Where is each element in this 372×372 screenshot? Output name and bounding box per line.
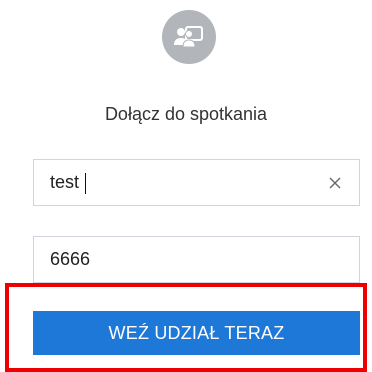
text-caret bbox=[85, 173, 86, 194]
join-now-button[interactable]: WEŹ UDZIAŁ TERAZ bbox=[33, 311, 360, 355]
people-screen-icon bbox=[174, 26, 203, 48]
close-icon[interactable] bbox=[327, 175, 343, 191]
join-meeting-icon bbox=[162, 10, 216, 64]
name-input[interactable] bbox=[34, 160, 359, 205]
meeting-id-field[interactable] bbox=[33, 236, 360, 283]
name-field[interactable] bbox=[33, 159, 360, 206]
meeting-id-input[interactable] bbox=[34, 237, 359, 282]
join-meeting-panel: Dołącz do spotkania WEŹ UDZIAŁ TERAZ bbox=[0, 0, 372, 372]
page-title: Dołącz do spotkania bbox=[104, 104, 268, 124]
